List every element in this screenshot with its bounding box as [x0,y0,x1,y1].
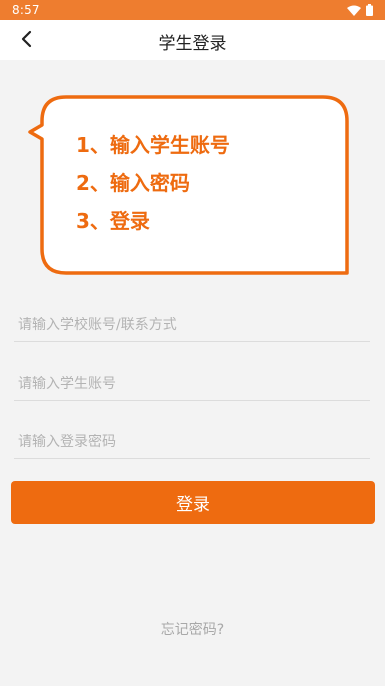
instruction-steps: 1、输入学生账号 2、输入密码 3、登录 [76,132,230,246]
school-account-field [14,311,370,342]
page-title: 学生登录 [158,34,227,54]
login-button[interactable]: 登录 [11,481,375,524]
status-icons [347,3,373,17]
step-2: 2、输入密码 [76,171,190,195]
password-input[interactable] [18,434,358,450]
step-1: 1、输入学生账号 [76,133,230,157]
header: 学生登录 [0,20,385,60]
wifi-icon [347,1,361,20]
student-account-input[interactable] [18,376,358,392]
password-field [14,428,370,459]
status-time: 8:57 [12,3,40,17]
school-account-input[interactable] [18,317,358,333]
battery-icon [366,1,373,20]
forgot-password-link[interactable]: 忘记密码? [0,619,385,639]
student-account-field [14,370,370,401]
step-3: 3、登录 [76,209,150,233]
status-bar: 8:57 [0,0,385,20]
